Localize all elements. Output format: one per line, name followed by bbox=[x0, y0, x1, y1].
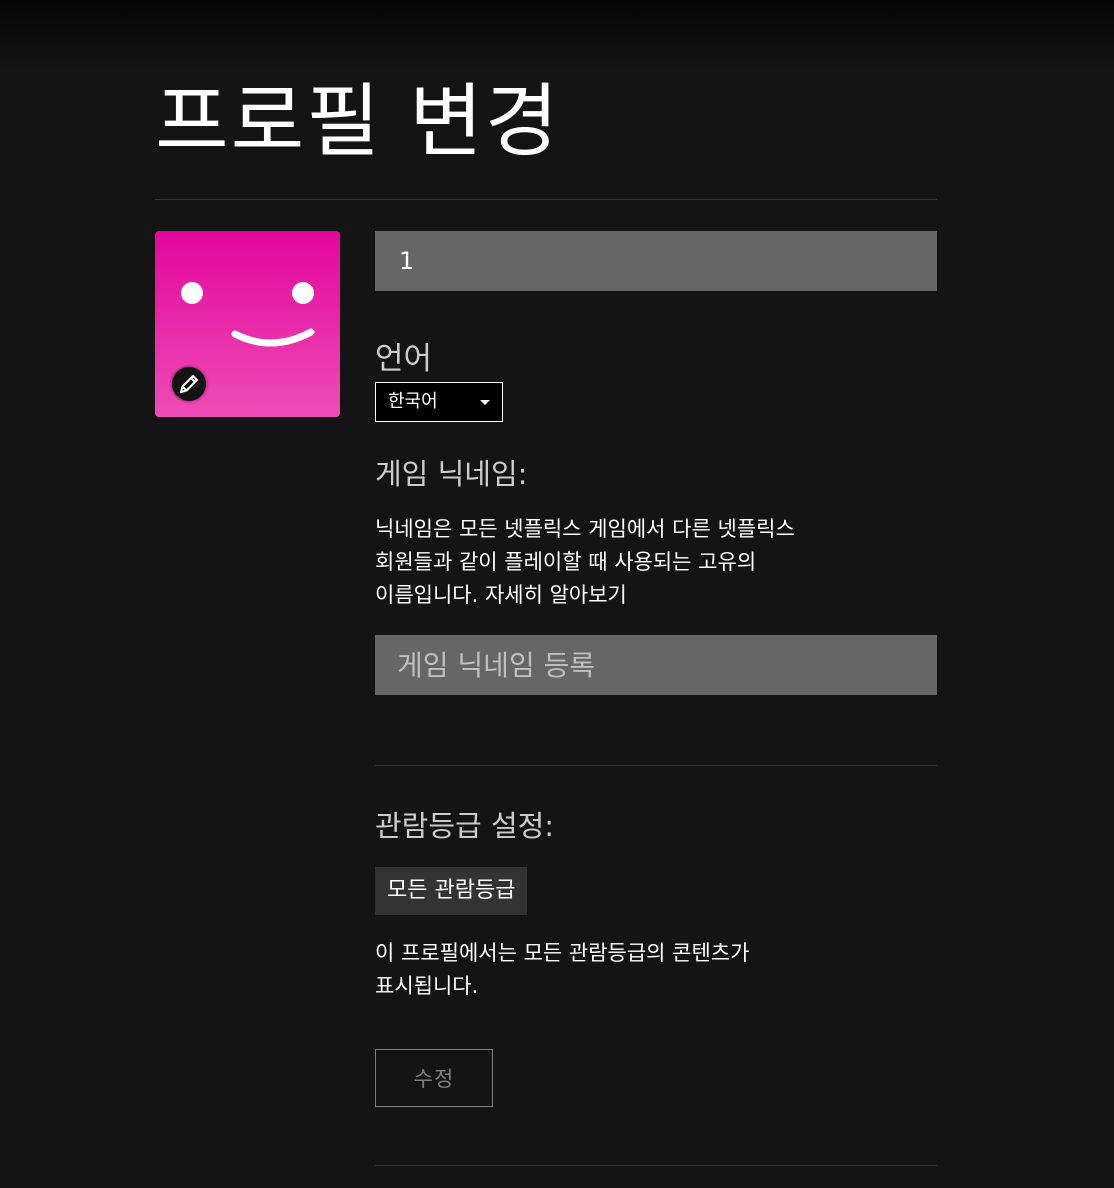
caret-down-icon bbox=[480, 400, 490, 405]
top-gradient bbox=[0, 0, 1114, 70]
description-line: 회원들과 같이 플레이할 때 사용되는 고유의 bbox=[375, 550, 757, 574]
description-line: 이 프로필에서는 모든 관람등급의 콘텐츠가 bbox=[375, 941, 750, 965]
description-line: 이름입니다. 자세히 알아보기 bbox=[375, 583, 627, 607]
game-nickname-description: 닉네임은 모든 넷플릭스 게임에서 다른 넷플릭스 회원들과 같이 플레이할 때… bbox=[375, 513, 895, 612]
game-nickname-heading: 게임 닉네임: bbox=[375, 457, 528, 491]
edit-maturity-button[interactable]: 수정 bbox=[375, 1049, 493, 1107]
maturity-heading: 관람등급 설정: bbox=[375, 809, 555, 843]
page-title: 프로필 변경 bbox=[155, 75, 561, 168]
edit-avatar-button[interactable] bbox=[172, 367, 206, 401]
maturity-rating-badge: 모든 관람등급 bbox=[375, 867, 528, 915]
language-label: 언어 bbox=[375, 341, 433, 377]
game-nickname-input[interactable] bbox=[375, 635, 937, 695]
pencil-icon bbox=[180, 375, 198, 393]
description-line: 표시됩니다. bbox=[375, 974, 479, 998]
language-selected: 한국어 bbox=[388, 391, 438, 412]
profile-avatar[interactable] bbox=[155, 231, 340, 417]
language-dropdown[interactable]: 한국어 bbox=[375, 382, 503, 422]
profile-name-input[interactable] bbox=[375, 231, 937, 291]
divider bbox=[375, 1165, 937, 1166]
maturity-description: 이 프로필에서는 모든 관람등급의 콘텐츠가 표시됩니다. bbox=[375, 937, 895, 1003]
divider bbox=[375, 765, 937, 766]
divider bbox=[155, 199, 937, 200]
description-line: 닉네임은 모든 넷플릭스 게임에서 다른 넷플릭스 bbox=[375, 517, 795, 541]
